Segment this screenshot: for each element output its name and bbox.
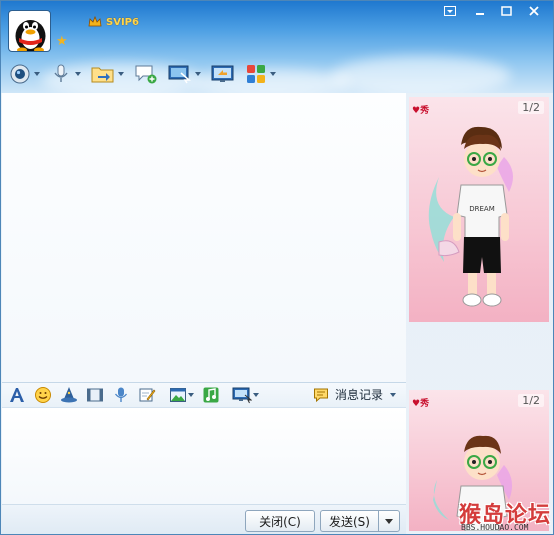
input-toolbar: 消息记录 [2, 382, 406, 408]
shirt-text: DREAM [469, 205, 495, 213]
crown-icon [88, 15, 102, 27]
screen-capture-icon [232, 387, 252, 404]
font-icon [10, 388, 24, 402]
remote-desktop-icon [168, 65, 191, 84]
send-button[interactable]: 发送(S) [320, 510, 378, 532]
level-star-icon: ★ [56, 34, 68, 49]
chat-window: ★ SVIP6 消息记录 关闭(C) 发送(S) ♥秀 1/2 DREAM ♥秀… [0, 0, 554, 535]
music-note-icon [203, 387, 219, 403]
music-button[interactable] [200, 384, 222, 406]
watermark-url: BBS.HOUDAO.COM [461, 523, 529, 532]
maximize-icon [500, 6, 512, 16]
minimize-icon [476, 13, 484, 15]
screenshot-button[interactable] [230, 384, 260, 406]
smiley-icon [35, 387, 51, 403]
font-button[interactable] [6, 384, 28, 406]
voice-message-button[interactable] [110, 384, 132, 406]
show-page-counter: 1/2 [518, 394, 544, 407]
contact-avatar[interactable] [8, 10, 51, 52]
close-window-button[interactable] [523, 3, 545, 19]
bottom-action-bar: 关闭(C) 发送(S) [2, 504, 406, 534]
magic-hat-icon [61, 387, 77, 403]
chevron-down-icon [390, 392, 396, 397]
show-page-counter: 1/2 [518, 101, 544, 114]
show-badge: ♥秀 [412, 106, 430, 116]
emoji-button[interactable] [32, 384, 54, 406]
window-header: ★ SVIP6 [1, 1, 553, 97]
menu-icon [444, 6, 456, 16]
contact-show-avatar[interactable]: ♥秀 1/2 DREAM [409, 97, 549, 322]
remote-assist-button[interactable] [166, 61, 203, 87]
show-badge: ♥秀 [412, 399, 430, 409]
forum-watermark: 猴岛论坛 BBS.HOUDAO.COM [459, 497, 553, 534]
voice-call-button[interactable] [48, 61, 83, 87]
close-icon [529, 6, 539, 16]
create-discussion-button[interactable] [132, 61, 160, 87]
shake-button[interactable] [58, 384, 80, 406]
message-history-icon [313, 388, 328, 402]
window-menu-button[interactable] [439, 3, 461, 19]
svip-badge[interactable]: SVIP6 [88, 15, 139, 29]
apps-grid-icon [247, 65, 265, 83]
show-panel: ♥秀 1/2 DREAM ♥秀 1/2 [406, 93, 553, 534]
film-icon [87, 388, 103, 402]
maximize-button[interactable] [495, 3, 517, 19]
share-screen-button[interactable] [209, 61, 237, 87]
chat-add-icon [135, 65, 157, 84]
mic-icon [114, 387, 128, 402]
microphone-icon [54, 64, 68, 82]
send-file-button[interactable] [89, 61, 126, 87]
share-screen-icon [211, 65, 234, 82]
send-image-button[interactable] [166, 384, 196, 406]
chat-toolbar [7, 59, 284, 89]
video-call-icon [10, 64, 30, 84]
message-history-button[interactable]: 消息记录 [313, 386, 396, 403]
avatar-figure-image: DREAM [428, 126, 513, 307]
message-input[interactable] [2, 408, 406, 504]
history-label: 消息记录 [334, 388, 383, 402]
video-call-button[interactable] [7, 61, 42, 87]
send-options-button[interactable] [378, 510, 400, 532]
folder-transfer-icon [91, 67, 114, 83]
video-clip-button[interactable] [84, 384, 106, 406]
scribble-button[interactable] [136, 384, 158, 406]
close-button[interactable]: 关闭(C) [245, 510, 315, 532]
svip-label: SVIP6 [106, 16, 139, 28]
image-icon [169, 388, 186, 402]
apps-button[interactable] [243, 61, 278, 87]
message-history-area[interactable] [2, 93, 406, 382]
chevron-down-icon [385, 518, 393, 524]
minimize-button[interactable] [469, 3, 491, 19]
note-pen-icon [139, 388, 156, 402]
